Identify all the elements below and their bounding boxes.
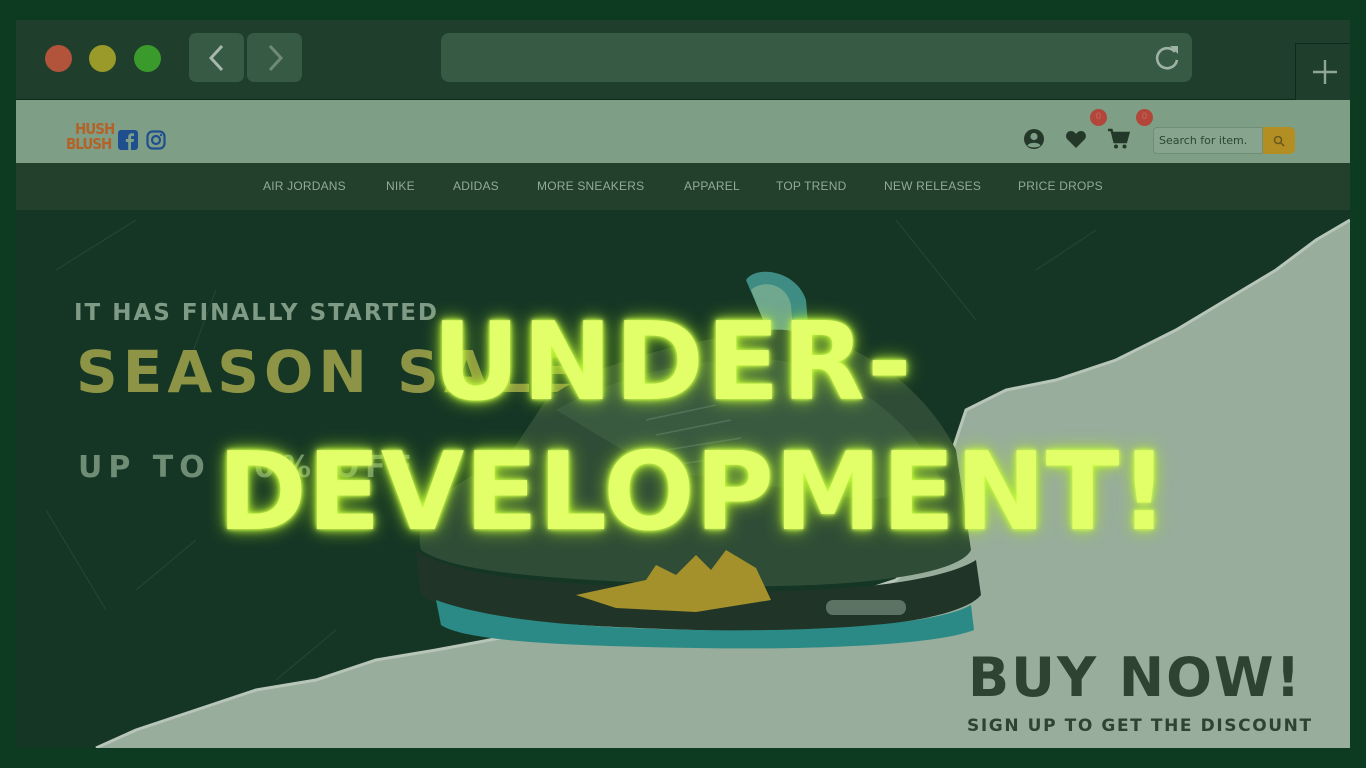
nav-item-top-trend[interactable]: TOP TREND xyxy=(776,179,846,193)
nav-item-price-drops[interactable]: PRICE DROPS xyxy=(1018,179,1103,193)
search-input[interactable]: Search for item. xyxy=(1153,127,1263,154)
browser-window: HUSH BLUSH 0 0 Search for item. AIR JORD… xyxy=(16,20,1350,748)
back-button[interactable] xyxy=(189,33,244,82)
site-header: HUSH BLUSH 0 0 Search for item. xyxy=(16,100,1350,163)
browser-chrome xyxy=(16,20,1350,100)
cart-count-badge: 0 xyxy=(1136,109,1153,126)
plus-icon xyxy=(1313,60,1337,84)
hero-kicker: IT HAS FINALLY STARTED xyxy=(74,300,440,326)
heart-icon[interactable] xyxy=(1064,127,1088,151)
instagram-icon[interactable] xyxy=(146,130,166,150)
facebook-icon[interactable] xyxy=(118,130,138,150)
user-icon[interactable] xyxy=(1022,127,1046,151)
nav-item-air-jordans[interactable]: AIR JORDANS xyxy=(263,179,346,193)
sneaker-image xyxy=(416,271,981,649)
nav-item-adidas[interactable]: ADIDAS xyxy=(453,179,499,193)
nav-item-more-sneakers[interactable]: MORE SNEAKERS xyxy=(537,179,644,193)
address-bar[interactable] xyxy=(441,33,1192,82)
hero-subtitle: UP TO 50% OFF xyxy=(78,450,418,485)
nav-item-nike[interactable]: NIKE xyxy=(386,179,415,193)
cart-icon[interactable] xyxy=(1107,127,1131,151)
logo-bottom-text: BLUSH xyxy=(66,135,112,153)
nav-item-new-releases[interactable]: NEW RELEASES xyxy=(884,179,981,193)
hero-banner[interactable]: IT HAS FINALLY STARTED SEASON SALE UP TO… xyxy=(16,210,1350,748)
buy-now-button[interactable]: BUY NOW! xyxy=(968,646,1302,709)
site-logo[interactable]: HUSH BLUSH xyxy=(66,122,115,156)
nav-item-apparel[interactable]: APPAREL xyxy=(684,179,740,193)
close-window-button[interactable] xyxy=(45,45,72,72)
minimize-window-button[interactable] xyxy=(89,45,116,72)
reload-icon[interactable] xyxy=(1154,44,1180,71)
new-tab-button[interactable] xyxy=(1295,43,1350,101)
search-button[interactable] xyxy=(1263,127,1295,154)
search-icon xyxy=(1273,135,1285,147)
chevron-left-icon xyxy=(208,44,223,71)
main-nav: AIR JORDANS NIKE ADIDAS MORE SNEAKERS AP… xyxy=(16,163,1350,210)
forward-button[interactable] xyxy=(247,33,302,82)
wishlist-count-badge: 0 xyxy=(1090,109,1107,126)
signup-text: SIGN UP TO GET THE DISCOUNT xyxy=(967,716,1313,736)
maximize-window-button[interactable] xyxy=(134,45,161,72)
chevron-right-icon xyxy=(268,44,283,71)
